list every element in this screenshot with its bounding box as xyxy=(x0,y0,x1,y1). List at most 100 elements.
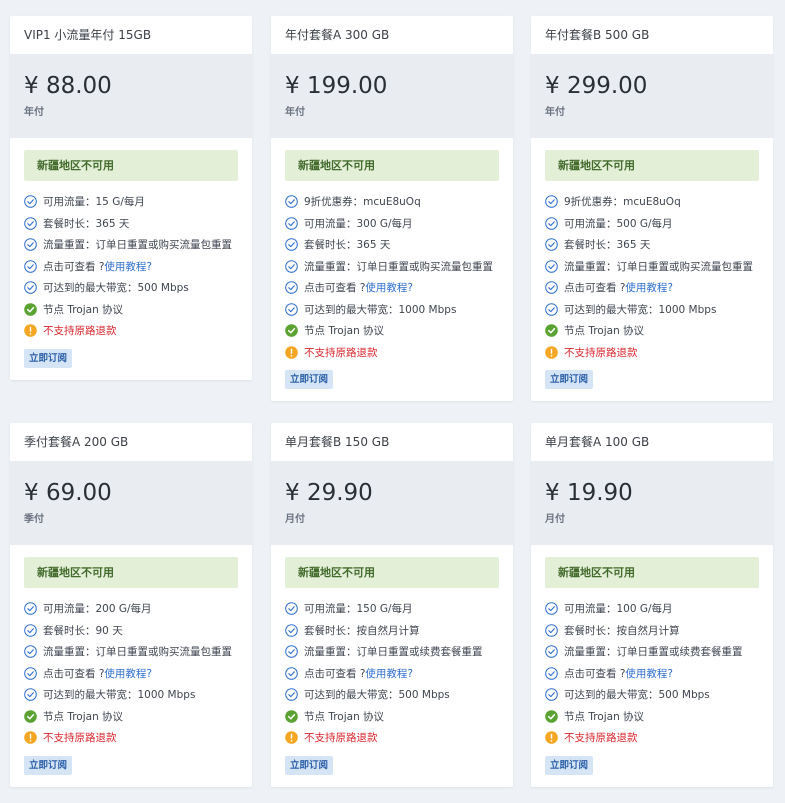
check-circle-icon xyxy=(285,623,298,637)
feature-text: 套餐时长：365 天 xyxy=(564,239,651,252)
feature-text: 9折优惠券：mcuE8uOq xyxy=(304,196,421,209)
check-filled-icon xyxy=(545,324,558,338)
check-circle-icon xyxy=(24,666,37,680)
feature-item: 不支持原路退款 xyxy=(285,727,499,749)
feature-item: 节点 Trojan 协议 xyxy=(545,320,759,342)
feature-text: 可达到的最大带宽：1000 Mbps xyxy=(564,303,717,316)
plan-title: 年付套餐B 500 GB xyxy=(545,28,650,42)
feature-text: 流量重置：订单日重置或购买流量包重置 xyxy=(564,260,753,273)
card-body: 新疆地区不可用 可用流量：100 G/每月 套餐时长：按自然月计算 流量重置：订单日… xyxy=(531,545,773,787)
plan-period: 季付 xyxy=(24,514,44,525)
feature-item: 点击可查看 ? 使用教程? xyxy=(24,256,238,278)
tutorial-link[interactable]: 使用教程? xyxy=(365,666,413,681)
feature-item: 点击可查看 ? 使用教程? xyxy=(24,663,238,685)
check-circle-icon xyxy=(24,623,37,637)
feature-text: 流量重置：订单日重置或续费套餐重置 xyxy=(564,646,743,659)
feature-item: 套餐时长：按自然月计算 xyxy=(545,620,759,642)
feature-item: 套餐时长：365 天 xyxy=(545,234,759,256)
feature-item: 流量重置：订单日重置或续费套餐重置 xyxy=(285,641,499,663)
plan-period: 年付 xyxy=(545,107,565,118)
plan-period: 年付 xyxy=(285,107,305,118)
check-circle-icon xyxy=(285,238,298,252)
feature-item: 套餐时长：365 天 xyxy=(24,213,238,235)
plan-title: 单月套餐A 100 GB xyxy=(545,435,650,449)
feature-item: 流量重置：订单日重置或购买流量包重置 xyxy=(545,256,759,278)
feature-item: 可用流量：300 G/每月 xyxy=(285,213,499,235)
feature-item: 节点 Trojan 协议 xyxy=(285,320,499,342)
check-circle-icon xyxy=(285,281,298,295)
region-notice: 新疆地区不可用 xyxy=(545,150,759,181)
subscribe-button[interactable]: 立即订阅 xyxy=(545,755,594,775)
feature-text: 点击可查看 ? xyxy=(304,667,366,680)
plan-card: 年付套餐B 500 GB ¥ 299.00 年付 新疆地区不可用 9折优惠券：m… xyxy=(531,16,773,401)
subscribe-button[interactable]: 立即订阅 xyxy=(285,755,334,775)
feature-item: 点击可查看 ? 使用教程? xyxy=(545,277,759,299)
feature-item: 可达到的最大带宽：1000 Mbps xyxy=(285,299,499,321)
region-notice: 新疆地区不可用 xyxy=(285,150,499,181)
card-body: 新疆地区不可用 9折优惠券：mcuE8uOq 可用流量：500 G/每月套餐时长：… xyxy=(531,138,773,401)
plan-price: ¥ 299.00 xyxy=(545,73,648,99)
check-circle-icon xyxy=(285,302,298,316)
subscribe-button[interactable]: 立即订阅 xyxy=(24,755,73,775)
feature-item: 节点 Trojan 协议 xyxy=(24,706,238,728)
feature-item: 不支持原路退款 xyxy=(545,342,759,364)
subscribe-button[interactable]: 立即订阅 xyxy=(285,370,334,389)
price-block: ¥ 88.00 年付 xyxy=(10,54,252,138)
feature-text: 可用流量：300 G/每月 xyxy=(304,217,413,230)
tutorial-link[interactable]: 使用教程? xyxy=(365,280,413,295)
feature-item: 点击可查看 ? 使用教程? xyxy=(285,277,499,299)
feature-item: 套餐时长：90 天 xyxy=(24,620,238,642)
subscribe-button[interactable]: 立即订阅 xyxy=(24,348,73,368)
check-circle-icon xyxy=(24,195,37,209)
check-circle-icon xyxy=(24,259,37,273)
check-filled-icon xyxy=(24,709,37,723)
feature-item: 不支持原路退款 xyxy=(545,727,759,749)
price-block: ¥ 199.00 年付 xyxy=(271,54,513,138)
check-circle-icon xyxy=(545,195,558,209)
feature-text: 点击可查看 ? xyxy=(43,260,105,273)
feature-text: 套餐时长：按自然月计算 xyxy=(304,624,420,637)
check-circle-icon xyxy=(545,281,558,295)
check-circle-icon xyxy=(545,238,558,252)
subscribe-button[interactable]: 立即订阅 xyxy=(545,370,594,389)
plan-period: 月付 xyxy=(545,514,565,525)
price-block: ¥ 19.90 月付 xyxy=(531,461,773,545)
feature-item: 不支持原路退款 xyxy=(24,727,238,749)
feature-item: 套餐时长：365 天 xyxy=(285,234,499,256)
feature-list: 可用流量：15 G/每月 套餐时长：365 天流量重置：订单日重置或购买流量包重置… xyxy=(24,191,238,342)
feature-text: 节点 Trojan 协议 xyxy=(304,325,385,338)
feature-item: 可用流量：150 G/每月 xyxy=(285,598,499,620)
check-circle-icon xyxy=(545,602,558,616)
check-filled-icon xyxy=(545,709,558,723)
feature-item: 套餐时长：按自然月计算 xyxy=(285,620,499,642)
plan-card: 单月套餐B 150 GB ¥ 29.90 月付 新疆地区不可用 可用流量：150… xyxy=(271,423,513,787)
feature-text: 可达到的最大带宽：500 Mbps xyxy=(564,689,710,702)
tutorial-link[interactable]: 使用教程? xyxy=(625,280,673,295)
feature-item: 流量重置：订单日重置或购买流量包重置 xyxy=(24,641,238,663)
check-filled-icon xyxy=(285,709,298,723)
check-circle-icon xyxy=(545,623,558,637)
check-circle-icon xyxy=(24,645,37,659)
feature-text: 可达到的最大带宽：500 Mbps xyxy=(43,282,189,295)
check-circle-icon xyxy=(545,302,558,316)
check-circle-icon xyxy=(545,688,558,702)
feature-text: 点击可查看 ? xyxy=(564,667,626,680)
warning-icon xyxy=(24,731,37,745)
feature-text: 9折优惠券：mcuE8uOq xyxy=(564,196,681,209)
feature-text: 点击可查看 ? xyxy=(304,282,366,295)
feature-item: 可用流量：500 G/每月 xyxy=(545,213,759,235)
tutorial-link[interactable]: 使用教程? xyxy=(104,259,152,274)
feature-text: 不支持原路退款 xyxy=(43,325,117,338)
tutorial-link[interactable]: 使用教程? xyxy=(625,666,673,681)
plan-title: 年付套餐A 300 GB xyxy=(285,28,390,42)
feature-item: 流量重置：订单日重置或购买流量包重置 xyxy=(24,234,238,256)
tutorial-link[interactable]: 使用教程? xyxy=(104,666,152,681)
feature-text: 可用流量：150 G/每月 xyxy=(304,603,413,616)
plan-price: ¥ 19.90 xyxy=(545,480,633,506)
warning-icon xyxy=(545,345,558,359)
plan-price: ¥ 29.90 xyxy=(285,480,373,506)
feature-item: 不支持原路退款 xyxy=(24,320,238,342)
check-circle-icon xyxy=(285,688,298,702)
feature-text: 不支持原路退款 xyxy=(564,346,638,359)
feature-text: 节点 Trojan 协议 xyxy=(564,325,645,338)
